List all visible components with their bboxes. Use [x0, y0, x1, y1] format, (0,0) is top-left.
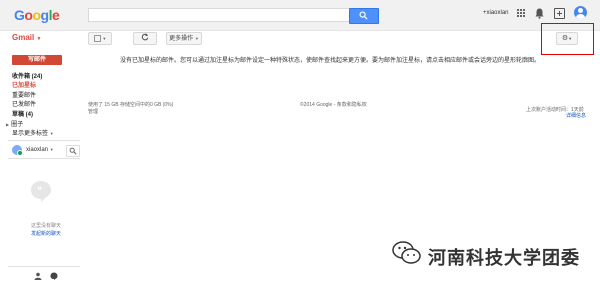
chat-empty-text: 这里没有聊天	[30, 223, 61, 229]
sidebar-item-starred[interactable]: 已加星标	[12, 80, 36, 89]
expand-triangle-icon: ▶	[6, 122, 10, 127]
search-button[interactable]	[349, 8, 379, 24]
sidebar-item-inbox[interactable]: 收件箱 (24)	[12, 71, 42, 80]
highlight-box	[541, 23, 594, 55]
svg-text:❝: ❝	[37, 186, 42, 196]
chat-search-button[interactable]	[66, 145, 80, 157]
more-labels-text: 显示更多标签	[12, 131, 49, 137]
chat-avatar[interactable]	[12, 145, 23, 156]
online-status-icon	[17, 150, 23, 156]
sidebar-item-more-labels[interactable]: 显示更多标签 ▼	[12, 128, 54, 137]
gmail-menu[interactable]: Gmail ▼	[12, 33, 41, 42]
checkbox-icon	[93, 34, 101, 42]
chevron-down-icon: ▼	[49, 131, 54, 136]
logo-letter: o	[32, 7, 41, 23]
refresh-button[interactable]	[133, 32, 157, 45]
sidebar-item-drafts[interactable]: 草稿 (4)	[12, 109, 33, 118]
google-logo[interactable]: Google	[14, 7, 60, 23]
contacts-person-icon[interactable]	[34, 272, 42, 280]
activity-details-link[interactable]: 详细信息	[566, 112, 586, 119]
account-avatar[interactable]	[574, 6, 587, 19]
chat-user-menu[interactable]: xiaoxlan ▼	[26, 147, 54, 153]
wechat-logo-icon	[392, 241, 421, 264]
notifications-bell-icon[interactable]	[535, 8, 544, 19]
manage-storage-link[interactable]: 管理	[88, 108, 98, 115]
sidebar-divider	[8, 140, 80, 141]
more-actions-button[interactable]: 更多操作 ▼	[166, 32, 202, 45]
watermark-text: 河南科技大学团委	[428, 248, 580, 268]
chat-user-name: xiaoxlan	[26, 147, 49, 153]
chevron-down-icon: ▼	[36, 36, 42, 42]
chevron-down-icon: ▼	[102, 36, 107, 41]
search-icon	[359, 11, 368, 20]
sidebar-item-sent[interactable]: 已发邮件	[12, 99, 36, 108]
logo-letter: G	[14, 7, 25, 23]
empty-starred-message: 没有已加星标的邮件。您可以通过加注星标为邮件设定一种特殊状态，使邮件查找起来更方…	[120, 58, 541, 64]
bottom-divider	[8, 266, 80, 267]
compose-button[interactable]: 写邮件	[12, 55, 62, 65]
logo-letter: g	[40, 7, 50, 23]
user-link[interactable]: +xiaoxlan	[483, 10, 509, 16]
search-input[interactable]	[88, 8, 350, 22]
chat-bubble-icon: ❝	[31, 181, 51, 202]
footer-copyright[interactable]: ©2014 Google - 条款和隐私权	[300, 101, 367, 108]
more-actions-label: 更多操作	[169, 36, 194, 42]
select-checkbox-button[interactable]: ▼	[88, 32, 112, 45]
sidebar-item-important[interactable]: 重要邮件	[12, 90, 36, 99]
start-chat-link[interactable]: 发起新的聊天	[26, 230, 66, 237]
logo-letter: o	[24, 7, 33, 23]
chevron-down-icon: ▼	[49, 147, 54, 152]
storage-usage: 使用了 15 GB 存储空间中的0 GB (0%)	[88, 102, 174, 108]
share-plus-icon[interactable]	[554, 8, 565, 19]
search-icon	[69, 147, 77, 155]
refresh-icon	[141, 33, 149, 41]
chat-divider	[8, 158, 80, 159]
gmail-label-text: Gmail	[12, 33, 35, 42]
apps-grid-icon[interactable]	[517, 9, 525, 17]
sidebar-item-circles[interactable]: ▶ 圈子	[6, 119, 23, 128]
top-bar: Google +xiaoxlan	[0, 0, 600, 31]
chevron-down-icon: ▼	[194, 36, 199, 41]
hangouts-icon[interactable]	[50, 272, 58, 280]
logo-letter: e	[51, 7, 60, 23]
